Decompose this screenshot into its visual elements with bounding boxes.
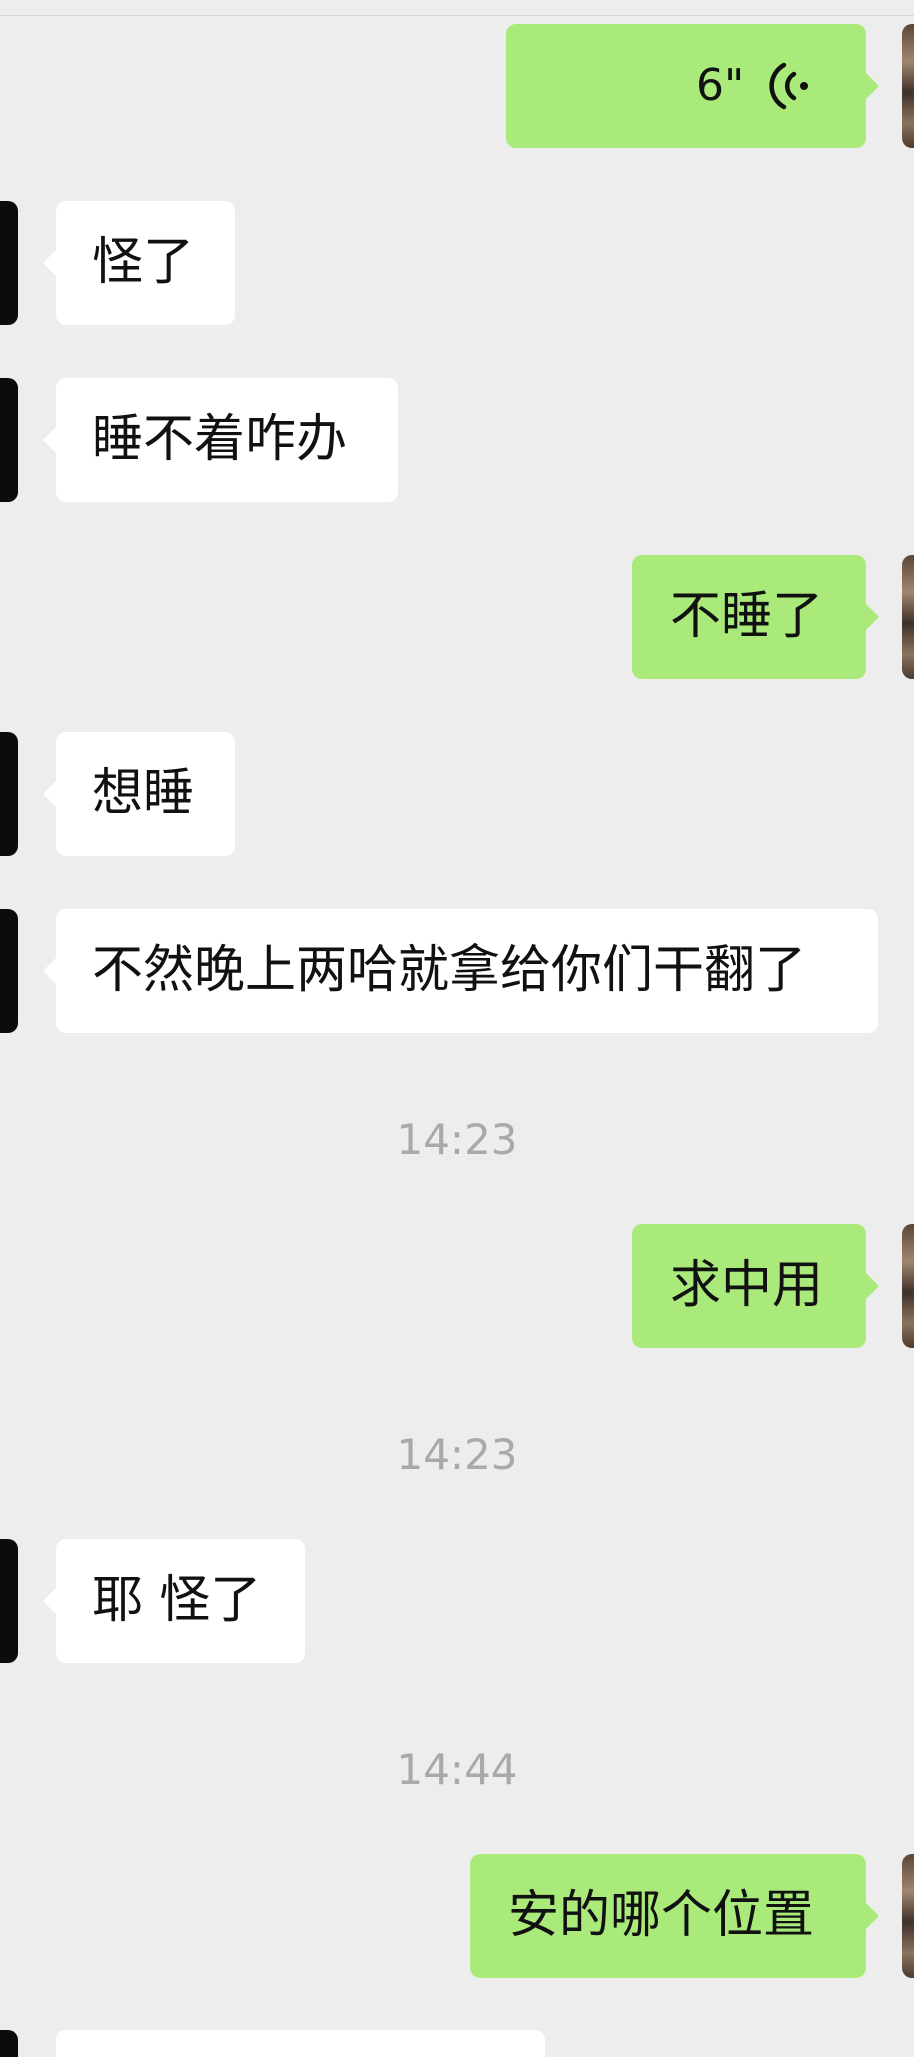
- incoming-message[interactable]: 怪了: [43, 201, 235, 325]
- message-timestamp: 14:23: [396, 1430, 518, 1479]
- message-text: 怪了: [92, 233, 195, 292]
- my-avatar[interactable]: [902, 1224, 914, 1348]
- my-avatar[interactable]: [902, 1854, 914, 1978]
- message-text: 不然晚上两哈就拿给你们干翻了: [92, 941, 807, 1000]
- outgoing-message[interactable]: 安的哪个位置: [470, 1854, 879, 1978]
- incoming-message-partial[interactable]: [56, 2030, 545, 2057]
- header-divider: [0, 15, 914, 16]
- message-timestamp: 14:44: [396, 1745, 518, 1794]
- incoming-message[interactable]: 不然晚上两哈就拿给你们干翻了: [43, 909, 878, 1033]
- contact-avatar[interactable]: [0, 201, 18, 325]
- outgoing-message[interactable]: 求中用: [632, 1224, 879, 1348]
- contact-avatar[interactable]: [0, 378, 18, 502]
- chat-message-list[interactable]: 6" 怪了 睡不着咋办 不睡了 想睡 不然晚上两哈就拿给你们干翻了 14:23 …: [0, 0, 914, 2057]
- my-avatar[interactable]: [902, 24, 914, 148]
- incoming-message[interactable]: 想睡: [43, 732, 235, 856]
- message-text: 耶 怪了: [92, 1571, 262, 1630]
- voice-wave-icon: [769, 62, 808, 110]
- contact-avatar[interactable]: [0, 1539, 18, 1663]
- message-text: 睡不着咋办: [92, 410, 348, 469]
- outgoing-message[interactable]: 不睡了: [632, 555, 879, 679]
- my-avatar[interactable]: [902, 555, 914, 679]
- message-text: 求中用: [670, 1256, 824, 1315]
- incoming-message[interactable]: 耶 怪了: [43, 1539, 305, 1663]
- message-text: 不睡了: [670, 587, 824, 646]
- message-timestamp: 14:23: [396, 1115, 518, 1164]
- contact-avatar[interactable]: [0, 732, 18, 856]
- contact-avatar[interactable]: [0, 909, 18, 1033]
- message-text: 想睡: [92, 764, 195, 823]
- outgoing-voice-message[interactable]: 6": [506, 24, 879, 148]
- message-text: 安的哪个位置: [508, 1886, 815, 1945]
- voice-duration: 6": [696, 60, 745, 111]
- incoming-message[interactable]: 睡不着咋办: [43, 378, 398, 502]
- contact-avatar[interactable]: [0, 2030, 18, 2057]
